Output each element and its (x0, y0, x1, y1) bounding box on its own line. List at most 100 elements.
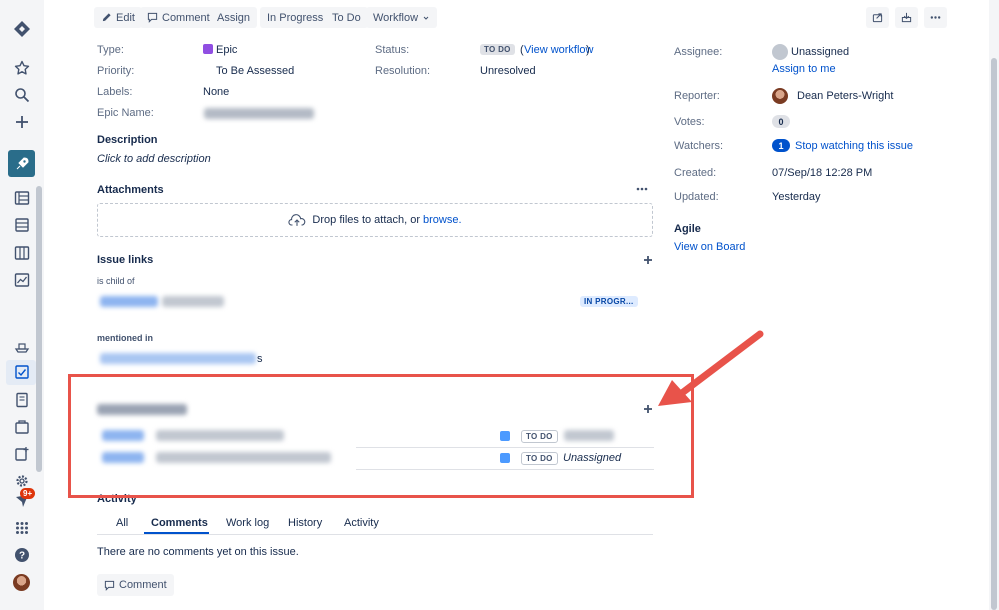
attachments-more-icon[interactable] (636, 186, 648, 192)
dropzone-text: Drop files to attach, or (312, 214, 421, 226)
roadmap-icon[interactable] (11, 188, 33, 208)
app-switcher-icon[interactable] (11, 518, 33, 538)
help-icon[interactable]: ? (11, 545, 33, 565)
comment-button[interactable]: Comment (140, 7, 217, 28)
votes-count[interactable]: 0 (772, 115, 790, 128)
reporter-value[interactable]: Dean Peters-Wright (797, 90, 893, 102)
updated-label: Updated: (674, 191, 719, 203)
edit-button-label: Edit (116, 11, 135, 24)
priority-label: Priority: (97, 65, 135, 77)
created-value: 07/Sep/18 12:28 PM (772, 167, 873, 179)
resolution-value: Unresolved (480, 65, 536, 77)
export-button[interactable] (895, 7, 918, 28)
share-icon (872, 13, 883, 23)
notification-badge: 9+ (20, 488, 36, 499)
share-button[interactable] (866, 7, 889, 28)
workflow-dropdown[interactable]: Workflow (366, 7, 438, 28)
add-link-plus-icon[interactable] (643, 255, 653, 265)
tab-all[interactable]: All (116, 517, 128, 529)
pages-icon[interactable] (11, 390, 33, 410)
add-comment-button[interactable]: Comment (97, 574, 174, 596)
backlog-icon[interactable] (11, 215, 33, 235)
epic-type-icon (203, 44, 213, 54)
agile-heading: Agile (674, 223, 701, 235)
search-icon[interactable] (11, 85, 33, 105)
create-plus-icon[interactable] (11, 112, 33, 132)
parent-status-lozenge: IN PROGR... (580, 296, 638, 307)
status-label: Status: (375, 44, 410, 56)
more-horizontal-icon (930, 16, 941, 19)
labels-value[interactable]: None (203, 86, 229, 98)
add-comment-label: Comment (119, 579, 167, 591)
parent-issue-summary-redacted (162, 296, 224, 307)
description-heading: Description (97, 134, 158, 146)
pencil-icon (102, 13, 111, 22)
view-workflow-link[interactable]: View workflow (524, 44, 594, 56)
watchers-count[interactable]: 1 (772, 139, 790, 152)
export-icon (901, 12, 912, 23)
ship-icon[interactable] (11, 336, 33, 356)
type-label: Type: (97, 44, 124, 56)
created-label: Created: (674, 167, 717, 179)
tabs-divider (97, 534, 653, 535)
comment-icon (147, 12, 158, 23)
mentioned-page-redacted[interactable] (100, 353, 256, 364)
attachments-heading: Attachments (97, 184, 164, 196)
stop-watching-link[interactable]: Stop watching this issue (795, 140, 913, 152)
add-item-icon[interactable] (11, 444, 33, 464)
project-rocket-icon[interactable] (8, 150, 35, 177)
workflow-dropdown-label: Workflow (373, 11, 419, 24)
attachment-dropzone[interactable]: Drop files to attach, or browse. (97, 203, 653, 237)
watchers-label: Watchers: (674, 140, 724, 152)
epic-name-value-redacted[interactable] (204, 108, 314, 119)
annotation-arrow-icon (658, 330, 764, 406)
is-child-of-label: is child of (97, 276, 135, 286)
mentioned-page-suffix: s (257, 353, 263, 365)
parent-issue-key-redacted[interactable] (100, 296, 158, 307)
in-progress-button-label: In Progress (267, 11, 324, 24)
releases-icon[interactable] (11, 417, 33, 437)
description-placeholder[interactable]: Click to add description (97, 153, 211, 165)
board-icon[interactable] (11, 243, 33, 263)
global-sidebar: 9+ ? (0, 0, 44, 610)
issue-view: Edit Comment Assign In Progress To Do Wo… (44, 0, 989, 610)
page-scrollbar[interactable] (989, 0, 999, 610)
star-icon[interactable] (11, 58, 33, 78)
assignee-value: Unassigned (791, 46, 850, 58)
chevron-down-icon (423, 16, 429, 20)
resolution-label: Resolution: (375, 65, 431, 77)
votes-label: Votes: (674, 116, 705, 128)
to-do-button[interactable]: To Do (325, 7, 368, 28)
cloud-upload-icon (288, 213, 306, 226)
assignee-label: Assignee: (674, 46, 723, 58)
view-workflow-close-paren: ) (586, 44, 590, 56)
tab-history[interactable]: History (288, 517, 322, 529)
annotation-highlight-box (68, 374, 694, 498)
tab-activity[interactable]: Activity (344, 517, 379, 529)
issues-icon[interactable] (11, 362, 33, 382)
updated-value: Yesterday (772, 191, 821, 203)
assign-button[interactable]: Assign (210, 7, 258, 28)
sidebar-scrollbar[interactable] (36, 186, 42, 472)
edit-button[interactable]: Edit (94, 7, 142, 28)
in-progress-button[interactable]: In Progress (260, 7, 331, 28)
assign-button-label: Assign (217, 11, 251, 24)
tab-comments[interactable]: Comments (151, 517, 208, 529)
comment-icon (104, 580, 115, 591)
mentioned-in-label: mentioned in (97, 333, 153, 343)
reports-icon[interactable] (11, 270, 33, 290)
unassigned-avatar (772, 44, 788, 60)
labels-label: Labels: (97, 86, 133, 98)
svg-text:?: ? (19, 551, 25, 562)
more-actions-button[interactable] (924, 7, 947, 28)
assign-to-me-link[interactable]: Assign to me (772, 63, 836, 75)
view-on-board-link[interactable]: View on Board (674, 241, 745, 253)
jira-logo-icon[interactable] (11, 19, 33, 39)
user-avatar[interactable] (13, 574, 30, 591)
status-lozenge: TO DO (480, 44, 515, 55)
reporter-label: Reporter: (674, 90, 720, 102)
browse-link[interactable]: browse. (423, 214, 462, 226)
tab-work-log[interactable]: Work log (226, 517, 269, 529)
epic-name-label: Epic Name: (97, 107, 154, 119)
reporter-avatar (772, 88, 788, 104)
